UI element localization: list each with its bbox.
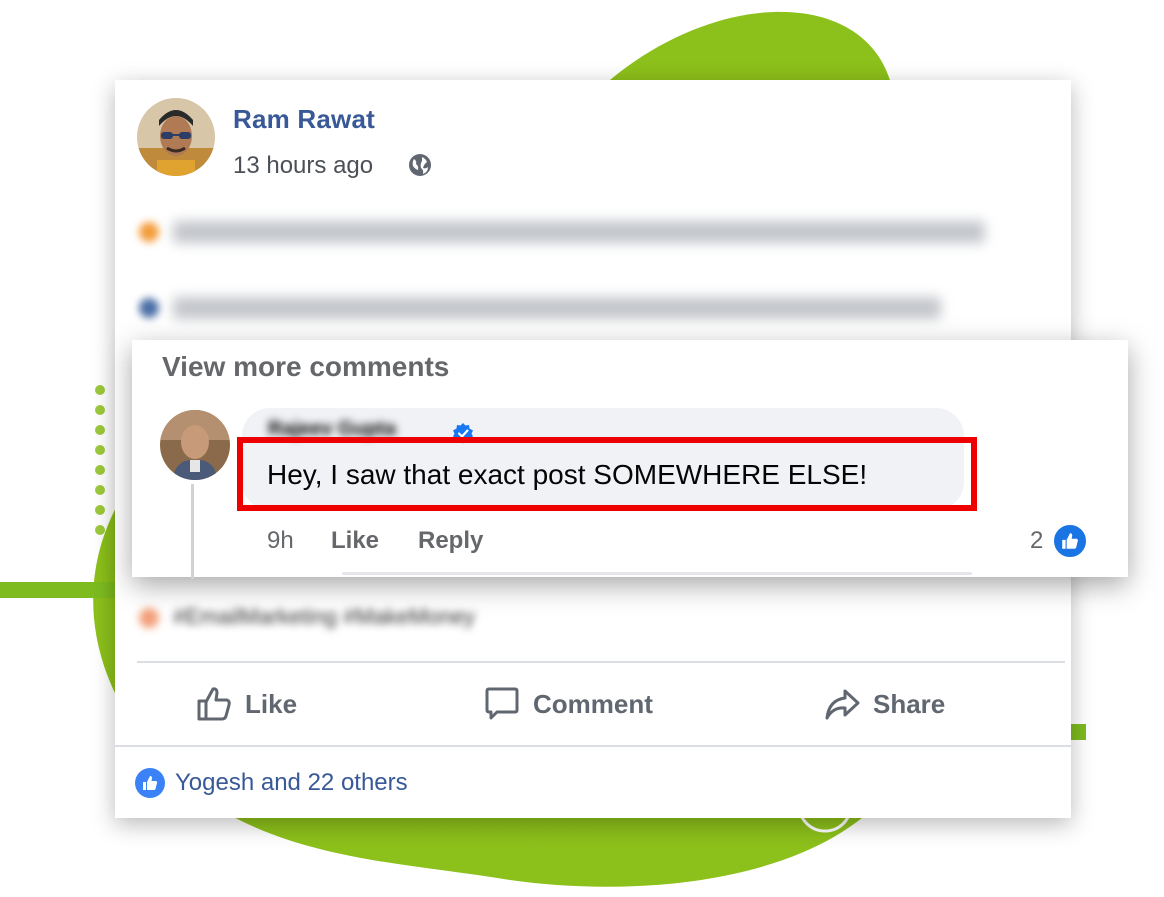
view-more-comments-link[interactable]: View more comments: [162, 351, 449, 383]
post-timestamp[interactable]: 13 hours ago: [233, 152, 373, 180]
thumbs-up-reaction-icon[interactable]: [1051, 522, 1089, 560]
share-button[interactable]: Share: [823, 684, 945, 724]
thread-line: [191, 484, 194, 579]
share-label: Share: [873, 688, 946, 719]
comment-reply-button[interactable]: Reply: [418, 527, 483, 555]
next-comment-edge: [342, 572, 972, 575]
comment-card: View more comments Rajeev Gupta Hey, I s…: [132, 340, 1128, 579]
stage: Ram Rawat 13 hours ago #EmailMarketing #…: [0, 0, 1164, 897]
blurred-text-line: [173, 221, 985, 243]
blurred-emoji: [139, 608, 159, 628]
like-label: Like: [245, 688, 298, 719]
actions-divider: [137, 661, 1065, 663]
globe-icon: [409, 154, 431, 176]
highlight-box: [237, 437, 977, 511]
commenter-avatar[interactable]: [160, 410, 230, 480]
thumbs-up-icon: [197, 687, 231, 721]
like-reaction-icon: [135, 768, 165, 798]
like-button[interactable]: Like: [195, 684, 297, 724]
comment-time[interactable]: 9h: [267, 527, 294, 555]
share-icon: [825, 689, 860, 720]
post-hashtags[interactable]: #EmailMarketing #MakeMoney: [173, 604, 475, 630]
blurred-text-line: [173, 297, 941, 319]
blurred-emoji: [139, 298, 159, 318]
blurred-emoji: [139, 222, 159, 242]
author-avatar[interactable]: [137, 98, 215, 176]
comment-button[interactable]: Comment: [483, 684, 653, 724]
footer-divider: [115, 745, 1071, 747]
author-name[interactable]: Ram Rawat: [233, 104, 375, 135]
reactions-summary[interactable]: Yogesh and 22 others: [175, 769, 408, 797]
comment-reaction-count[interactable]: 2: [1030, 527, 1043, 555]
comment-like-button[interactable]: Like: [331, 527, 379, 555]
comment-label: Comment: [533, 688, 653, 719]
comment-icon: [485, 687, 519, 720]
